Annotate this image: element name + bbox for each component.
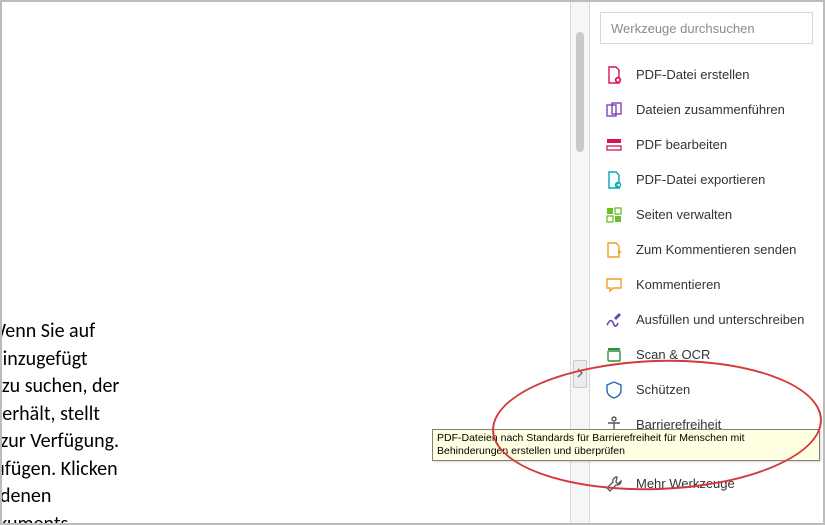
tool-comment[interactable]: Kommentieren [600,268,813,301]
shield-icon [604,380,624,400]
scan-ocr-icon [604,345,624,365]
scrollbar-thumb[interactable] [576,32,584,152]
doc-line: , um online nach dem Videoclip zu suchen… [2,373,442,401]
tool-more-tools[interactable]: Mehr Werkzeuge [600,467,813,500]
export-pdf-icon [604,170,624,190]
doc-line: de für das Video einfügen, das hinzugefü… [2,346,442,374]
tool-label: Seiten verwalten [636,207,732,222]
collapse-panel-handle[interactable] [573,360,587,388]
document-text: erstützung Ihres Standpunkts. Wenn Sie a… [2,318,442,523]
combine-files-icon [604,100,624,120]
doc-line: ich dabei die Elemente Ihres Dokuments [2,511,442,524]
doc-line: hten Elemente aus den verschiedenen [2,483,442,511]
doc-line: ßzeile, Deckblatt und Textfelder zur Ver… [2,428,442,456]
app-window: erstützung Ihres Standpunkts. Wenn Sie a… [0,0,825,525]
wrench-icon [604,474,624,494]
edit-pdf-icon [604,135,624,155]
tool-organize-pages[interactable]: Seiten verwalten [600,198,813,231]
comment-icon [604,275,624,295]
fill-sign-icon [604,310,624,330]
tool-label: Zum Kommentieren senden [636,242,796,257]
tool-label: Schützen [636,382,690,397]
tool-label: Mehr Werkzeuge [636,476,735,491]
tool-label: Kommentieren [636,277,721,292]
tool-create-pdf[interactable]: PDF-Datei erstellen [600,58,813,91]
tool-fill-sign[interactable]: Ausfüllen und unterschreiben [600,303,813,336]
tool-protect[interactable]: Schützen [600,373,813,406]
tool-export-pdf[interactable]: PDF-Datei exportieren [600,163,813,196]
doc-line: nt ein professionelles Aussehen erhält, … [2,401,442,429]
create-pdf-icon [604,65,624,85]
tool-label: Scan & OCR [636,347,710,362]
tool-label: PDF-Datei exportieren [636,172,765,187]
tool-label: Ausfüllen und unterschreiben [636,312,804,327]
send-comments-icon [604,240,624,260]
chevron-right-icon [577,368,583,381]
organize-pages-icon [604,205,624,225]
tool-combine-files[interactable]: Dateien zusammenführen [600,93,813,126]
tool-label: PDF-Datei erstellen [636,67,749,82]
tooltip-text: PDF-Dateien nach Standards für Barrieref… [437,432,745,457]
tool-label: Dateien zusammenführen [636,102,785,117]
tool-edit-pdf[interactable]: PDF bearbeiten [600,128,813,161]
accessibility-tooltip: PDF-Dateien nach Standards für Barrieref… [432,429,820,461]
doc-line: it Kopfzeile und Randleiste hinzufügen. … [2,456,442,484]
doc-line: erstützung Ihres Standpunkts. Wenn Sie a… [2,318,442,346]
tool-scan-ocr[interactable]: Scan & OCR [600,338,813,371]
tool-send-comments[interactable]: Zum Kommentieren senden [600,233,813,266]
tool-label: PDF bearbeiten [636,137,727,152]
search-input[interactable] [600,12,813,44]
